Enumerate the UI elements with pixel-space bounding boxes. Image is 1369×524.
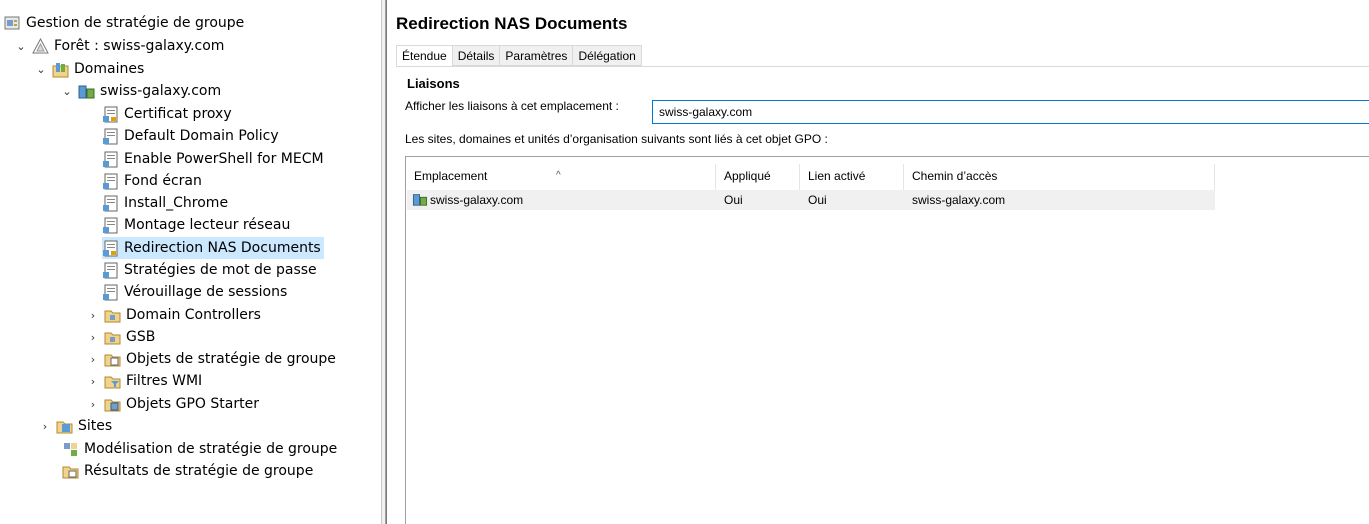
tree-ou-label: Domain Controllers xyxy=(126,307,261,323)
row-applied: Oui xyxy=(724,193,743,207)
ou-folder-icon xyxy=(104,310,121,322)
tree-gpo-label: Certificat proxy xyxy=(124,106,232,122)
chevron-right-icon[interactable]: › xyxy=(38,419,52,433)
links-description: Les sites, domaines et unités d’organisa… xyxy=(405,132,828,146)
tree-domain[interactable]: ⌄ swiss-galaxy.com xyxy=(60,80,221,102)
chevron-down-icon[interactable]: ⌄ xyxy=(60,84,74,98)
row-link-enabled: Oui xyxy=(808,193,827,207)
gpo-title: Redirection NAS Documents xyxy=(396,14,628,33)
chevron-right-icon[interactable]: › xyxy=(86,330,100,344)
tree-gpo-link-selected[interactable]: Redirection NAS Documents xyxy=(102,237,324,259)
show-links-label: Afficher les liaisons à cet emplacement … xyxy=(405,99,619,113)
tree-gpo-link[interactable]: Vérouillage de sessions xyxy=(102,281,287,303)
tree-gpo-link[interactable]: Stratégies de mot de passe xyxy=(102,259,317,281)
show-links-dropdown[interactable]: swiss-galaxy.com xyxy=(652,100,1369,124)
tree-sites-label: Sites xyxy=(78,418,113,434)
gpo-link-icon xyxy=(103,217,118,233)
tree-gpo-label: Stratégies de mot de passe xyxy=(124,262,317,278)
tree-forest-label: Forêt : swiss-galaxy.com xyxy=(54,38,225,54)
wmi-folder-icon xyxy=(104,376,121,388)
gpo-link-icon xyxy=(103,284,118,300)
sites-icon xyxy=(56,421,73,433)
tree-starter-label: Objets GPO Starter xyxy=(126,396,259,412)
tab-details[interactable]: Détails xyxy=(451,45,501,66)
tree-forest[interactable]: ⌄ Forêt : swiss-galaxy.com xyxy=(14,35,224,57)
tree-gpo-label: Default Domain Policy xyxy=(124,128,279,144)
gpo-link-icon xyxy=(103,262,118,278)
gpo-link-icon xyxy=(103,128,118,144)
tree-domain-label: swiss-galaxy.com xyxy=(100,83,222,99)
tab-scope[interactable]: Étendue xyxy=(396,45,453,66)
tree-root[interactable]: Gestion de stratégie de groupe xyxy=(4,12,244,34)
tree-root-label: Gestion de stratégie de groupe xyxy=(26,15,245,31)
tree-gpo-label: Install_Chrome xyxy=(124,195,229,211)
gpo-link-icon xyxy=(103,195,118,211)
tree-modeling[interactable]: Modélisation de stratégie de groupe xyxy=(62,438,337,460)
chevron-right-icon[interactable]: › xyxy=(86,397,100,411)
domain-icon xyxy=(412,194,428,206)
tab-divider xyxy=(396,66,1369,67)
tree-ou[interactable]: › Domain Controllers xyxy=(86,304,261,326)
gpo-folder-icon xyxy=(104,354,121,366)
tree-gpo-link[interactable]: Certificat proxy xyxy=(102,103,232,125)
tree-gpo-link[interactable]: Montage lecteur réseau xyxy=(102,214,290,236)
tree-gpo-container[interactable]: › Objets de stratégie de groupe xyxy=(86,348,336,370)
tree-domains[interactable]: ⌄ Domaines xyxy=(34,58,144,80)
chevron-right-icon[interactable]: › xyxy=(86,308,100,322)
tree-wmi-label: Filtres WMI xyxy=(126,373,203,389)
tree-results-label: Résultats de stratégie de groupe xyxy=(84,463,314,479)
column-header-link-enabled[interactable]: Lien activé xyxy=(800,164,904,190)
row-path: swiss-galaxy.com xyxy=(912,193,1006,207)
column-header-path[interactable]: Chemin d’accès xyxy=(904,164,1215,190)
gpo-link-icon xyxy=(103,151,118,167)
tree-starter-gpo[interactable]: › Objets GPO Starter xyxy=(86,393,259,415)
tree-gpo-label: Vérouillage de sessions xyxy=(124,284,288,300)
console-tree: Gestion de stratégie de groupe ⌄ Forêt :… xyxy=(0,0,381,524)
tree-gpo-label: Montage lecteur réseau xyxy=(124,217,291,233)
gpmc-icon xyxy=(4,16,20,29)
modeling-icon xyxy=(64,442,77,456)
chevron-right-icon[interactable]: › xyxy=(86,352,100,366)
sort-up-icon: ^ xyxy=(556,170,561,181)
forest-icon xyxy=(32,37,49,53)
links-heading: Liaisons xyxy=(407,76,460,91)
column-header-applied[interactable]: Appliqué xyxy=(716,164,800,190)
tree-wmi-filters[interactable]: › Filtres WMI xyxy=(86,370,202,392)
details-pane: Redirection NAS Documents Étendue Détail… xyxy=(386,0,1369,524)
tree-domains-label: Domaines xyxy=(74,61,145,77)
tree-results[interactable]: Résultats de stratégie de groupe xyxy=(62,460,313,482)
tab-settings[interactable]: Paramètres xyxy=(499,45,574,66)
domain-icon xyxy=(78,85,95,98)
tree-gpo-link[interactable]: Enable PowerShell for MECM xyxy=(102,148,324,170)
tree-sites[interactable]: › Sites xyxy=(38,415,112,437)
tree-gpo-link[interactable]: Fond écran xyxy=(102,170,202,192)
results-icon xyxy=(62,466,79,478)
ou-folder-icon xyxy=(104,332,121,344)
tab-delegation[interactable]: Délégation xyxy=(572,45,642,66)
chevron-right-icon[interactable]: › xyxy=(86,374,100,388)
links-table: Emplacement ^ Appliqué Lien activé Chemi… xyxy=(405,156,1369,524)
tree-gpo-container-label: Objets de stratégie de groupe xyxy=(126,351,336,367)
row-location: swiss-galaxy.com xyxy=(412,192,523,208)
tree-gpo-link[interactable]: Install_Chrome xyxy=(102,192,228,214)
domains-icon xyxy=(52,62,69,77)
chevron-down-icon[interactable]: ⌄ xyxy=(34,62,48,76)
gpo-link-icon xyxy=(103,240,118,256)
column-header-location[interactable]: Emplacement ^ xyxy=(406,164,716,190)
tree-gpo-link[interactable]: Default Domain Policy xyxy=(102,125,279,147)
tree-gpo-label: Enable PowerShell for MECM xyxy=(124,151,324,167)
tab-strip: Étendue Détails Paramètres Délégation xyxy=(396,45,642,66)
gpo-link-icon xyxy=(103,173,118,189)
tree-gpo-label: Fond écran xyxy=(124,173,202,189)
tree-modeling-label: Modélisation de stratégie de groupe xyxy=(84,441,338,457)
gpo-link-icon xyxy=(103,106,118,122)
tree-ou-label: GSB xyxy=(126,329,156,345)
tree-gpo-label: Redirection NAS Documents xyxy=(124,240,321,256)
starter-gpo-folder-icon xyxy=(104,399,121,411)
tree-ou[interactable]: › GSB xyxy=(86,326,156,348)
chevron-down-icon[interactable]: ⌄ xyxy=(14,39,28,53)
